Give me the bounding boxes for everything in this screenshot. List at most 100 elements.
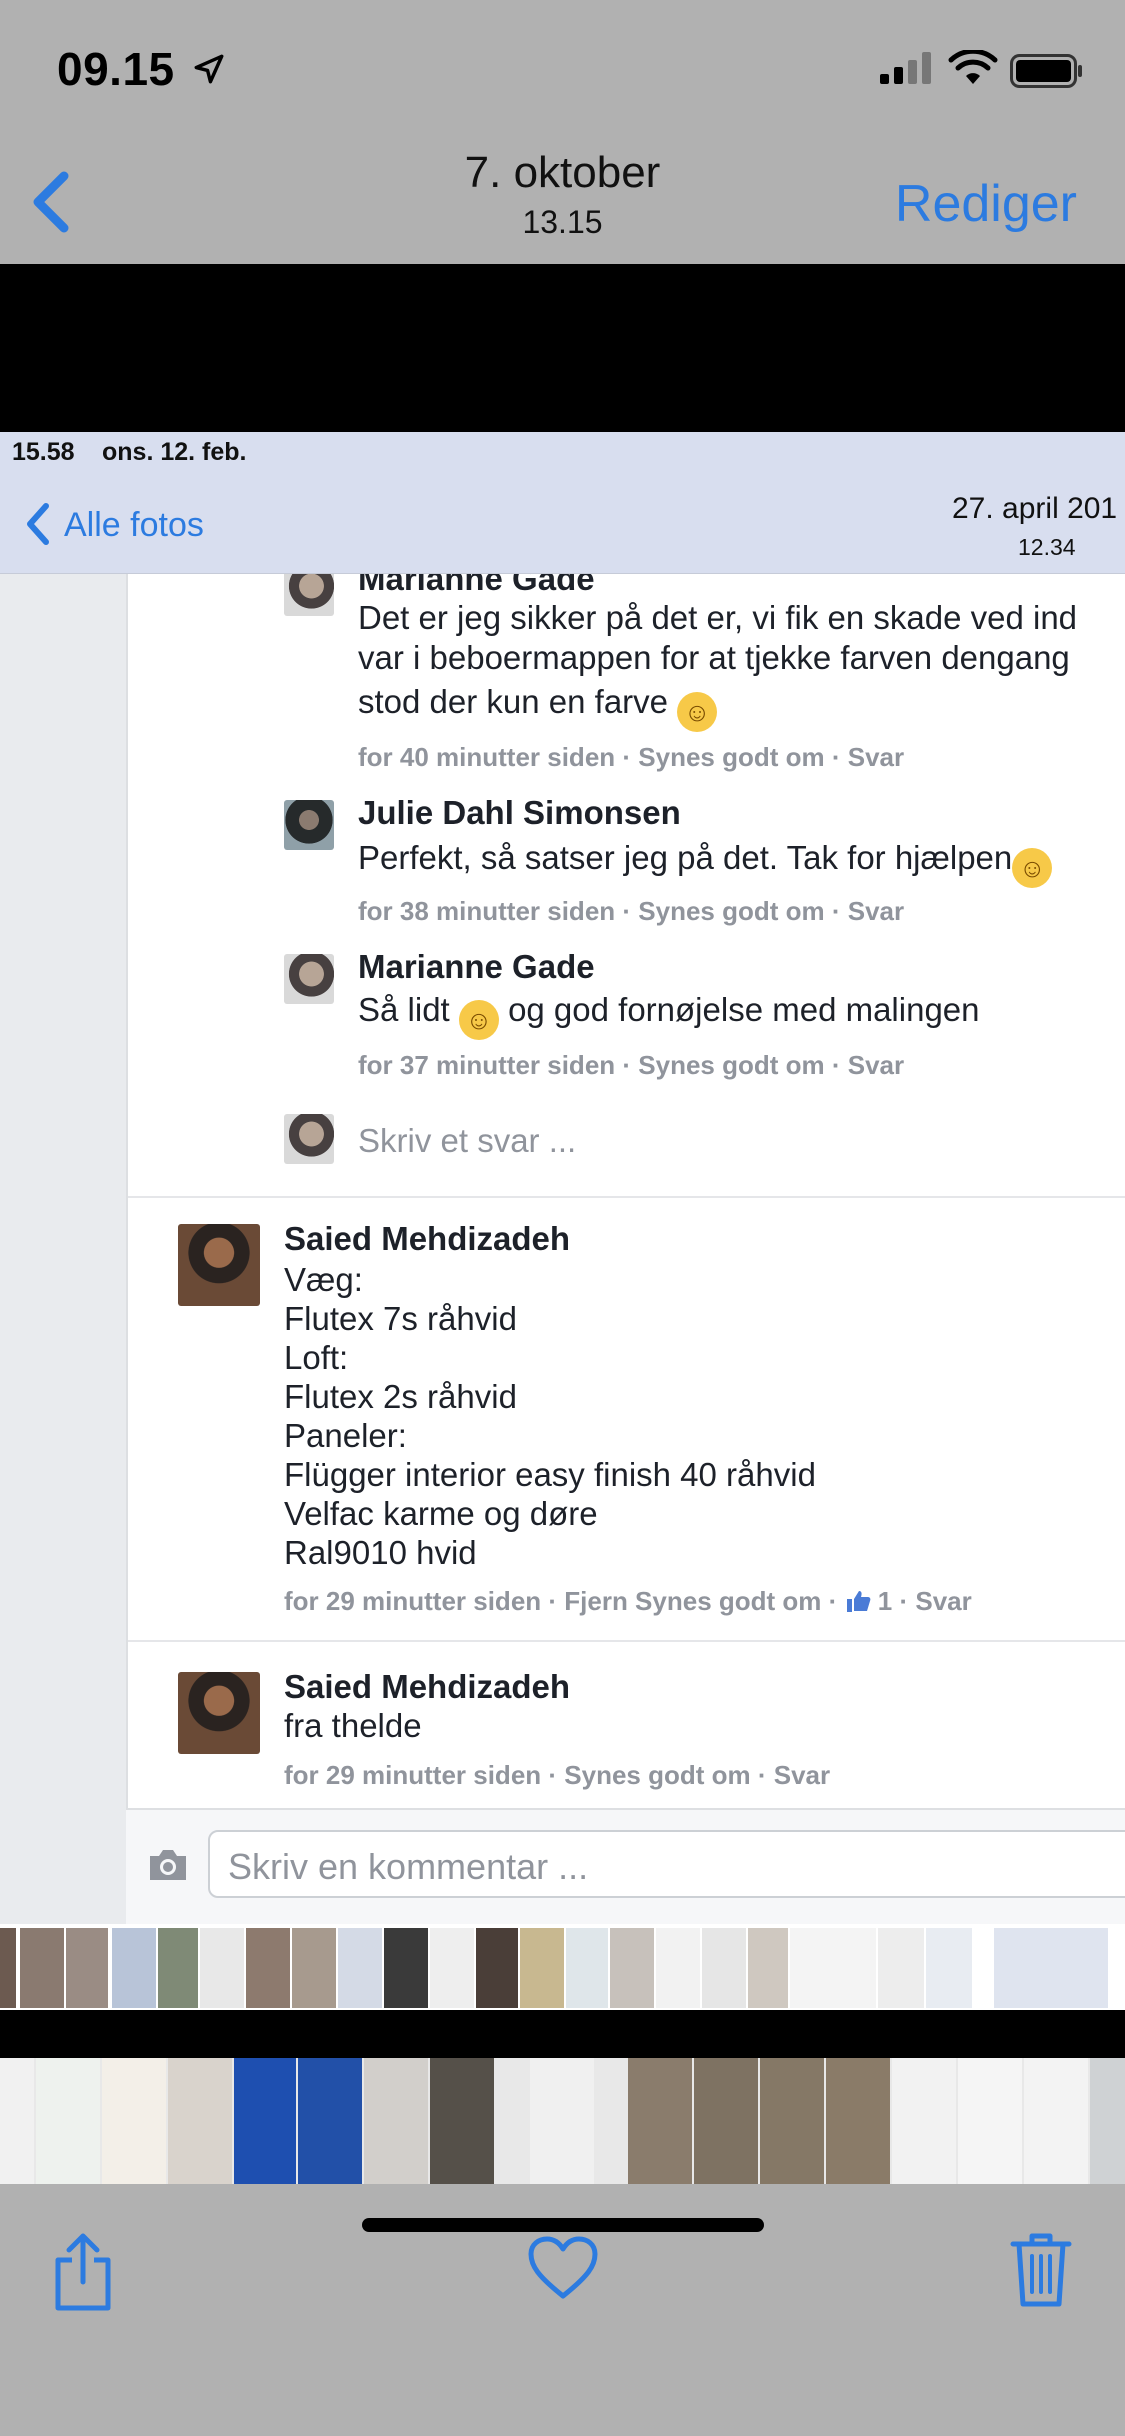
thumbnail [878, 1928, 924, 2008]
thumbnail[interactable] [694, 2058, 758, 2184]
thumbnail[interactable] [36, 2058, 100, 2184]
reply-meta: for 37 minutter siden · Synes godt om · … [358, 1050, 905, 1080]
thumbnail[interactable] [892, 2058, 956, 2184]
thumbnail [994, 1928, 1108, 2008]
thumbnail[interactable] [530, 2058, 594, 2184]
avatar [178, 1224, 260, 1306]
thumbnail [748, 1928, 788, 2008]
reply-text: var i beboermappen for at tjekke farven … [358, 639, 1070, 676]
thumbnail[interactable] [760, 2058, 824, 2184]
thumbnail-strip[interactable] [0, 2058, 1125, 2184]
comment-thread: Marianne Gade Det er jeg sikker på det e… [126, 574, 1125, 1924]
inner-status-time: 15.58 [12, 438, 75, 466]
comment-line: Flutex 7s råhvid [284, 1300, 517, 1337]
inner-photo-time: 12.34 [1018, 534, 1076, 560]
avatar [284, 574, 334, 616]
thumbnail [66, 1928, 108, 2008]
divider [128, 1640, 1125, 1642]
comment-line: Flügger interior easy finish 40 råhvid [284, 1456, 816, 1493]
avatar [284, 1114, 334, 1164]
feed-gutter [0, 574, 126, 1924]
battery-icon [1010, 54, 1082, 88]
thumbnail[interactable] [628, 2058, 692, 2184]
reply-text: Så lidt ☺ og god fornøjelse med malingen [358, 988, 980, 1040]
edit-button[interactable]: Rediger [895, 174, 1077, 234]
comment-author: Saied Mehdizadeh [284, 1220, 571, 1257]
thumbnail[interactable] [0, 2058, 34, 2184]
all-photos-link: Alle fotos [64, 506, 204, 544]
thumbnail [384, 1928, 428, 2008]
trash-icon[interactable] [1010, 2230, 1072, 2308]
thumbnail [0, 1928, 16, 2008]
reply-author: Marianne Gade [358, 948, 595, 985]
reply-text: stod der kun en farve ☺ [358, 680, 718, 732]
comment-line: Paneler: [284, 1417, 407, 1454]
thumbnail [790, 1928, 876, 2008]
thumbnail[interactable] [234, 2058, 296, 2184]
thumbnail [656, 1928, 700, 2008]
thumbnail[interactable] [1024, 2058, 1088, 2184]
letterbox-band [0, 264, 1125, 432]
comment-composer: Skriv en kommentar ... [126, 1808, 1125, 1924]
avatar [178, 1672, 260, 1754]
reply-meta: for 38 minutter siden · Synes godt om · … [358, 896, 905, 926]
comment-meta: for 29 minutter siden · Fjern Synes godt… [284, 1586, 972, 1616]
comment-line: fra thelde [284, 1707, 422, 1744]
comment-meta: for 29 minutter siden · Synes godt om · … [284, 1760, 831, 1790]
thumbnail[interactable] [364, 2058, 428, 2184]
smiley-emoji-icon: ☺ [458, 1000, 499, 1040]
home-indicator[interactable] [362, 2218, 764, 2232]
comment-line: Ral9010 hvid [284, 1534, 477, 1571]
photo-content: 15.58 ons. 12. feb. Alle fotos 27. april… [0, 432, 1125, 2010]
thumbnail[interactable] [102, 2058, 166, 2184]
divider [128, 1196, 1125, 1198]
reply-author: Marianne Gade [358, 574, 595, 597]
thumbnail [158, 1928, 198, 2008]
thumbnail[interactable] [958, 2058, 1022, 2184]
thumbnail [566, 1928, 608, 2008]
photo-nav-bar: 7. oktober 13.15 Rediger [0, 132, 1125, 264]
inner-photo-date: 27. april 201 [952, 492, 1118, 525]
comment-input-placeholder: Skriv en kommentar ... [228, 1846, 589, 1887]
thumbnail [292, 1928, 336, 2008]
comment-author: Saied Mehdizadeh [284, 1668, 571, 1705]
thumbnail [610, 1928, 654, 2008]
wifi-icon [948, 50, 998, 84]
thumbnail[interactable] [430, 2058, 494, 2184]
thumbnail [926, 1928, 972, 2008]
thumbnail [702, 1928, 746, 2008]
comment-line: Flutex 2s råhvid [284, 1378, 517, 1415]
thumbnail [430, 1928, 474, 2008]
thumbnail [338, 1928, 382, 2008]
thumbnail[interactable] [168, 2058, 232, 2184]
thumbnail [476, 1928, 518, 2008]
status-bar: 09.15 [0, 0, 1125, 132]
cellular-signal-icon [880, 52, 931, 84]
thumbnail [20, 1928, 64, 2008]
thumbnail[interactable] [826, 2058, 890, 2184]
avatar [284, 954, 334, 1004]
thumbnail[interactable] [1090, 2058, 1125, 2184]
status-time: 09.15 [57, 43, 175, 95]
reply-input-placeholder: Skriv et svar ... [358, 1122, 577, 1159]
thumbnail [112, 1928, 156, 2008]
reply-text: Det er jeg sikker på det er, vi fik en s… [358, 599, 1078, 636]
comment-line: Væg: [284, 1261, 363, 1298]
comment-line: Loft: [284, 1339, 349, 1376]
thumbnail[interactable] [298, 2058, 362, 2184]
reply-text: Perfekt, så satser jeg på det. Tak for h… [358, 836, 1053, 888]
thumbnail [246, 1928, 290, 2008]
thumbnail [520, 1928, 564, 2008]
comment-line: Velfac karme og døre [284, 1495, 598, 1532]
heart-icon[interactable] [528, 2236, 598, 2300]
thumbnail-strip-band [0, 2010, 1125, 2058]
inner-status-bar: 15.58 ons. 12. feb. [0, 432, 1125, 472]
smiley-emoji-icon: ☺ [1012, 848, 1053, 888]
inner-thumbnail-strip [0, 1924, 1125, 2010]
reply-meta: for 40 minutter siden · Synes godt om · … [358, 742, 905, 772]
inner-status-date: ons. 12. feb. [102, 438, 247, 466]
back-chevron-icon [27, 503, 49, 545]
avatar [284, 800, 334, 850]
share-icon[interactable] [50, 2232, 116, 2312]
inner-nav-bar: Alle fotos 27. april 201 12.34 [0, 472, 1125, 574]
